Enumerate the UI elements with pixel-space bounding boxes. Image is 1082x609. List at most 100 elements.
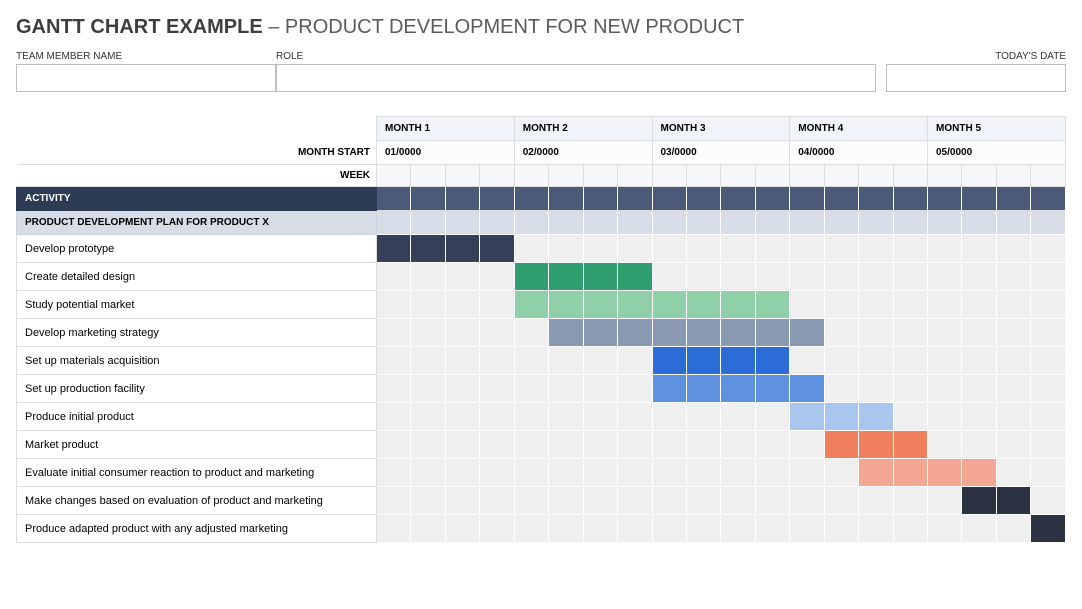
gantt-cell (549, 487, 583, 515)
section-header-bar (962, 211, 996, 235)
gantt-cell (996, 263, 1030, 291)
task-label: Study potential market (17, 291, 377, 319)
name-input[interactable] (16, 64, 276, 92)
gantt-cell (790, 403, 824, 431)
gantt-table: MONTH 1MONTH 2MONTH 3MONTH 4MONTH 5MONTH… (16, 116, 1066, 543)
gantt-cell (411, 375, 445, 403)
gantt-cell (686, 235, 720, 263)
gantt-cell (721, 263, 755, 291)
gantt-cell (377, 319, 411, 347)
gantt-cell (859, 375, 893, 403)
gantt-cell (583, 459, 617, 487)
gantt-cell (755, 375, 789, 403)
gantt-cell (962, 263, 996, 291)
gantt-cell (618, 459, 652, 487)
activity-header-bar (377, 187, 411, 211)
gantt-cell (893, 515, 927, 543)
gantt-cell (514, 431, 548, 459)
gantt-cell (996, 459, 1030, 487)
date-label: TODAY'S DATE (886, 49, 1066, 64)
gantt-cell (618, 347, 652, 375)
gantt-cell (755, 291, 789, 319)
gantt-cell (1031, 347, 1066, 375)
gantt-cell (755, 459, 789, 487)
section-header-bar (790, 211, 824, 235)
gantt-cell (928, 403, 962, 431)
gantt-cell (721, 487, 755, 515)
activity-header-bar (859, 187, 893, 211)
gantt-cell (721, 291, 755, 319)
activity-header-bar (514, 187, 548, 211)
month-header: MONTH 2 (514, 117, 652, 141)
section-header-bar (755, 211, 789, 235)
month-start-value: 01/0000 (377, 141, 515, 165)
gantt-cell (377, 347, 411, 375)
gantt-cell (686, 291, 720, 319)
week-cell (377, 165, 411, 187)
gantt-cell (755, 263, 789, 291)
gantt-cell (996, 235, 1030, 263)
gantt-cell (824, 291, 858, 319)
gantt-cell (549, 403, 583, 431)
gantt-cell (618, 487, 652, 515)
gantt-cell (790, 347, 824, 375)
gantt-cell (790, 459, 824, 487)
gantt-cell (480, 431, 514, 459)
gantt-cell (893, 375, 927, 403)
gantt-cell (824, 515, 858, 543)
gantt-cell (411, 515, 445, 543)
gantt-cell (996, 403, 1030, 431)
gantt-cell (480, 375, 514, 403)
section-header-bar (859, 211, 893, 235)
gantt-cell (514, 235, 548, 263)
gantt-cell (686, 263, 720, 291)
gantt-cell (721, 431, 755, 459)
gantt-cell (1031, 375, 1066, 403)
gantt-cell (652, 431, 686, 459)
gantt-cell (928, 487, 962, 515)
gantt-cell (721, 403, 755, 431)
gantt-cell (686, 431, 720, 459)
gantt-cell (893, 319, 927, 347)
gantt-cell (721, 235, 755, 263)
activity-header-bar (824, 187, 858, 211)
form-row: TEAM MEMBER NAME ROLE TODAY'S DATE (16, 49, 1066, 92)
gantt-cell (445, 487, 479, 515)
gantt-cell (445, 235, 479, 263)
week-cell (755, 165, 789, 187)
name-label: TEAM MEMBER NAME (16, 49, 276, 64)
gantt-cell (755, 403, 789, 431)
gantt-cell (859, 459, 893, 487)
gantt-cell (377, 291, 411, 319)
week-cell (686, 165, 720, 187)
gantt-cell (928, 431, 962, 459)
gantt-cell (549, 235, 583, 263)
gantt-cell (549, 319, 583, 347)
gantt-cell (411, 431, 445, 459)
activity-header-bar (893, 187, 927, 211)
month-start-value: 04/0000 (790, 141, 928, 165)
month-start-value: 02/0000 (514, 141, 652, 165)
gantt-cell (790, 431, 824, 459)
gantt-cell (377, 235, 411, 263)
page-title-bold: GANTT CHART EXAMPLE (16, 16, 263, 38)
section-header-bar (652, 211, 686, 235)
week-cell (1031, 165, 1066, 187)
activity-header-bar (583, 187, 617, 211)
page-title-rest: – PRODUCT DEVELOPMENT FOR NEW PRODUCT (263, 16, 745, 38)
gantt-cell (445, 403, 479, 431)
role-input[interactable] (276, 64, 876, 92)
section-header-bar (996, 211, 1030, 235)
gantt-cell (755, 487, 789, 515)
date-input[interactable] (886, 64, 1066, 92)
gantt-cell (859, 431, 893, 459)
gantt-cell (790, 235, 824, 263)
gantt-cell (859, 347, 893, 375)
task-label: Develop prototype (17, 235, 377, 263)
gantt-cell (445, 291, 479, 319)
gantt-cell (583, 431, 617, 459)
task-label: Evaluate initial consumer reaction to pr… (17, 459, 377, 487)
gantt-cell (549, 459, 583, 487)
gantt-cell (377, 263, 411, 291)
gantt-cell (893, 291, 927, 319)
